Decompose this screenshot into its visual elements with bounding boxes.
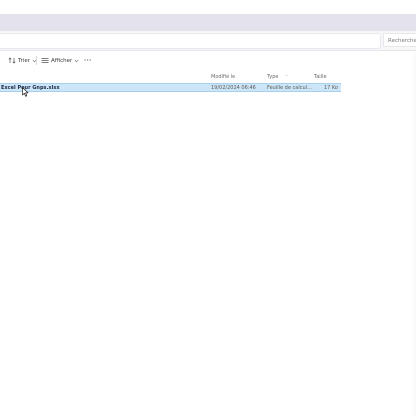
file-row[interactable]: Excel Pour Gnps.xlsx 19/02/2024 06:46 Fe… [0,83,341,92]
file-modified: 19/02/2024 06:46 [211,85,256,91]
view-icon [41,58,49,63]
address-bar: Rechercher [0,31,416,51]
view-button[interactable]: Afficher [41,55,79,66]
address-field[interactable] [0,33,381,49]
window-titlebar [0,14,416,31]
toolbar-separator [36,56,37,65]
sort-icon [8,57,16,64]
column-type[interactable]: Type [267,74,278,80]
column-headers: Modifié le Type ⌃ Taille [0,72,416,82]
sort-label: Trier [18,57,30,64]
command-bar: Trier Afficher ··· [0,52,416,69]
column-size[interactable]: Taille [314,74,327,80]
search-input[interactable]: Rechercher [383,33,416,47]
more-icon: ··· [84,57,92,64]
file-size: 17 Ko [323,85,338,91]
sort-caret-icon: ⌃ [285,74,289,79]
chevron-down-icon [74,59,79,62]
sort-button[interactable]: Trier [8,55,37,66]
column-modified[interactable]: Modifié le [211,74,235,80]
file-type: Feuille de calcul... [267,85,312,91]
mouse-cursor-icon [22,87,29,97]
more-button[interactable]: ··· [84,55,92,66]
view-label: Afficher [51,57,73,64]
file-name[interactable]: Excel Pour Gnps.xlsx [1,85,60,91]
